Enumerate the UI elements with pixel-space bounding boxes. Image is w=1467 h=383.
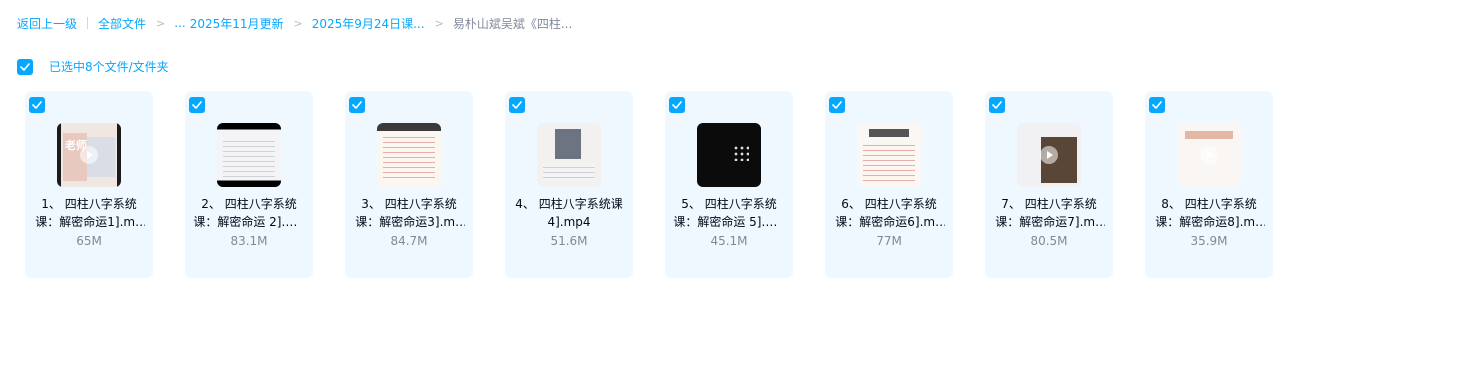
file-size: 77M bbox=[876, 234, 902, 248]
file-size: 65M bbox=[76, 234, 102, 248]
video-thumbnail: 老师 bbox=[57, 123, 121, 187]
file-checkbox[interactable] bbox=[1149, 97, 1165, 113]
breadcrumb-all-files[interactable]: 全部文件 bbox=[98, 15, 146, 32]
file-checkbox[interactable] bbox=[349, 97, 365, 113]
file-checkbox[interactable] bbox=[989, 97, 1005, 113]
video-thumbnail bbox=[537, 123, 601, 187]
file-name: 5、 四柱八字系统课：解密命运 5].mp4 bbox=[673, 197, 785, 229]
breadcrumb-ellipsis[interactable]: ... bbox=[174, 16, 185, 30]
file-size: 45.1M bbox=[710, 234, 748, 248]
file-size: 83.1M bbox=[230, 234, 268, 248]
chevron-right-icon: > bbox=[434, 16, 444, 30]
file-size: 80.5M bbox=[1030, 234, 1068, 248]
chevron-right-icon: > bbox=[293, 16, 303, 30]
play-icon bbox=[1200, 146, 1218, 164]
checkmark-icon bbox=[672, 101, 682, 109]
checkmark-icon bbox=[992, 101, 1002, 109]
file-name: 4、 四柱八字系统课4].mp4 bbox=[515, 197, 623, 229]
back-link[interactable]: 返回上一级 bbox=[17, 15, 77, 32]
checkmark-icon bbox=[832, 101, 842, 109]
file-card[interactable]: 8、 四柱八字系统课：解密命运8].mp4 35.9M bbox=[1145, 91, 1273, 278]
breadcrumb-item-nov-update[interactable]: 2025年11月更新 bbox=[190, 15, 284, 32]
file-size: 35.9M bbox=[1190, 234, 1228, 248]
play-icon bbox=[80, 146, 98, 164]
video-thumbnail bbox=[697, 123, 761, 187]
file-card[interactable]: 4、 四柱八字系统课4].mp4 51.6M bbox=[505, 91, 633, 278]
file-name: 3、 四柱八字系统课：解密命运3].mp4 bbox=[355, 197, 463, 229]
checkmark-icon bbox=[192, 101, 202, 109]
file-card[interactable]: 7、 四柱八字系统课：解密命运7].mp4 80.5M bbox=[985, 91, 1113, 278]
file-card[interactable]: 5、 四柱八字系统课：解密命运 5].mp4 45.1M bbox=[665, 91, 793, 278]
file-name: 1、 四柱八字系统课：解密命运1].mp4 bbox=[35, 197, 143, 229]
file-size: 84.7M bbox=[390, 234, 428, 248]
selection-count-text: 已选中8个文件/文件夹 bbox=[49, 60, 169, 74]
checkmark-icon bbox=[32, 101, 42, 109]
file-name: 2、 四柱八字系统课：解密命运 2].mp4 bbox=[193, 197, 305, 229]
video-thumbnail bbox=[377, 123, 441, 187]
file-card[interactable]: 老师 1、 四柱八字系统课：解密命运1].mp4 65M bbox=[25, 91, 153, 278]
checkmark-icon bbox=[352, 101, 362, 109]
breadcrumb-current-folder: 易朴山斌吴斌《四柱... bbox=[452, 16, 573, 31]
video-thumbnail bbox=[857, 123, 921, 187]
chevron-right-icon: > bbox=[156, 16, 166, 30]
video-thumbnail bbox=[1177, 123, 1241, 187]
play-icon bbox=[1040, 146, 1058, 164]
file-grid: 老师 1、 四柱八字系统课：解密命运1].mp4 65M 2、 四柱八字系统课：… bbox=[25, 91, 1305, 278]
breadcrumb: 返回上一级 全部文件 > ... 2025年11月更新 > 2025年9月24日… bbox=[17, 14, 572, 32]
file-card[interactable]: 6、 四柱八字系统课：解密命运6].mp4 77M bbox=[825, 91, 953, 278]
file-card[interactable]: 3、 四柱八字系统课：解密命运3].mp4 84.7M bbox=[345, 91, 473, 278]
file-name: 8、 四柱八字系统课：解密命运8].mp4 bbox=[1155, 197, 1263, 229]
checkmark-icon bbox=[1152, 101, 1162, 109]
checkmark-icon bbox=[20, 62, 30, 71]
file-checkbox[interactable] bbox=[829, 97, 845, 113]
select-all-checkbox[interactable] bbox=[17, 58, 33, 75]
video-thumbnail bbox=[1017, 123, 1081, 187]
file-name: 6、 四柱八字系统课：解密命运6].mp4 bbox=[835, 197, 943, 229]
breadcrumb-divider bbox=[87, 17, 89, 29]
breadcrumb-item-sep24-course[interactable]: 2025年9月24日课... bbox=[312, 15, 425, 32]
file-checkbox[interactable] bbox=[29, 97, 45, 113]
file-checkbox[interactable] bbox=[669, 97, 685, 113]
file-card[interactable]: 2、 四柱八字系统课：解密命运 2].mp4 83.1M bbox=[185, 91, 313, 278]
file-checkbox[interactable] bbox=[509, 97, 525, 113]
video-thumbnail bbox=[217, 123, 281, 187]
file-size: 51.6M bbox=[550, 234, 588, 248]
file-name: 7、 四柱八字系统课：解密命运7].mp4 bbox=[995, 197, 1103, 229]
checkmark-icon bbox=[512, 101, 522, 109]
file-checkbox[interactable] bbox=[189, 97, 205, 113]
selection-bar: 已选中8个文件/文件夹 bbox=[17, 58, 169, 75]
